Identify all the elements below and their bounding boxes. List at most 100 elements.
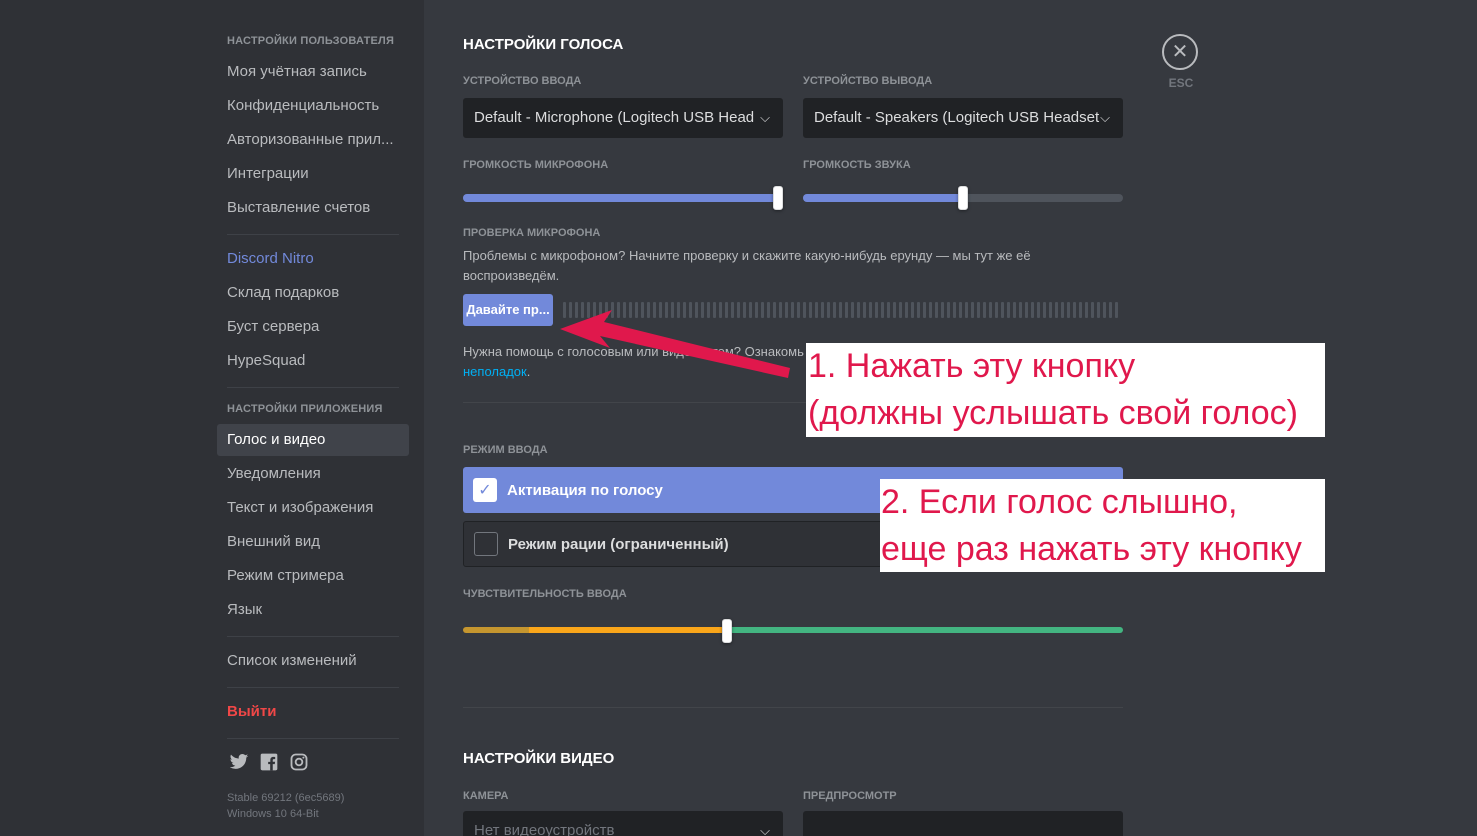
meter-bar <box>707 302 710 318</box>
meter-bar <box>821 302 824 318</box>
annotation-note-2-line-2: еще раз нажать эту кнопку <box>881 530 1302 568</box>
meter-bar <box>1097 302 1100 318</box>
meter-bar <box>809 302 812 318</box>
social-links <box>229 752 309 772</box>
sidebar-item-discord-nitro[interactable]: Discord Nitro <box>217 243 409 275</box>
meter-bar <box>905 302 908 318</box>
output-device-label: Устройство вывода <box>803 75 933 87</box>
camera-select[interactable]: Нет видеоустройств ⌵ <box>463 811 783 836</box>
meter-bar <box>677 302 680 318</box>
sidebar-item-billing[interactable]: Выставление счетов <box>217 192 409 224</box>
checkmark-icon: ✓ <box>473 478 497 502</box>
sensitivity-low-zone <box>463 627 529 633</box>
instagram-icon[interactable] <box>289 752 309 772</box>
meter-bar <box>887 302 890 318</box>
meter-bar <box>761 302 764 318</box>
sidebar-header-app-settings: Настройки приложения <box>227 403 383 415</box>
meter-bar <box>1073 302 1076 318</box>
sidebar-item-my-account[interactable]: Моя учётная запись <box>217 56 409 88</box>
meter-bar <box>983 302 986 318</box>
mic-test-description: Проблемы с микрофоном? Начните проверку … <box>463 248 1031 283</box>
voice-settings-title: Настройки голоса <box>463 36 624 53</box>
meter-bar <box>617 302 620 318</box>
camera-label: Камера <box>463 790 509 802</box>
sidebar-item-privacy[interactable]: Конфиденциальность <box>217 90 409 122</box>
meter-bar <box>803 302 806 318</box>
input-sensitivity-slider[interactable] <box>463 627 1123 633</box>
facebook-icon[interactable] <box>259 752 279 772</box>
sidebar-item-server-boost[interactable]: Буст сервера <box>217 311 409 343</box>
mic-test-button[interactable]: Давайте пр... <box>463 294 553 326</box>
meter-bar <box>605 302 608 318</box>
meter-bar <box>1079 302 1082 318</box>
meter-bar <box>683 302 686 318</box>
input-mode-voice-label: Активация по голосу <box>507 481 663 499</box>
meter-bar <box>713 302 716 318</box>
close-icon[interactable]: ✕ <box>1162 34 1198 70</box>
meter-bar <box>845 302 848 318</box>
meter-bar <box>869 302 872 318</box>
twitter-icon[interactable] <box>229 752 249 772</box>
input-device-select[interactable]: Default - Microphone (Logitech USB Head … <box>463 98 783 138</box>
meter-bar <box>971 302 974 318</box>
meter-bar <box>1061 302 1064 318</box>
meter-bar <box>743 302 746 318</box>
sidebar-item-hypesquad[interactable]: HypeSquad <box>217 345 409 377</box>
input-mode-label: Режим ввода <box>463 444 548 456</box>
meter-bar <box>701 302 704 318</box>
sidebar-item-changelog[interactable]: Список изменений <box>217 645 409 677</box>
sidebar-divider <box>227 234 399 235</box>
meter-bar <box>929 302 932 318</box>
esc-label: ESC <box>1168 76 1194 90</box>
meter-bar <box>965 302 968 318</box>
chevron-down-icon: ⌵ <box>1100 110 1110 125</box>
mic-test-label: Проверка микрофона <box>463 227 601 239</box>
mic-volume-slider[interactable] <box>463 186 783 210</box>
meter-bar <box>1037 302 1040 318</box>
checkbox-empty-icon <box>474 532 498 556</box>
help-text-end: . <box>526 364 531 379</box>
meter-bar <box>797 302 800 318</box>
sidebar-item-notifications[interactable]: Уведомления <box>217 458 409 490</box>
sidebar-item-logout[interactable]: Выйти <box>217 696 409 728</box>
output-volume-slider[interactable] <box>803 186 1123 210</box>
input-sensitivity-handle[interactable] <box>722 619 732 643</box>
meter-bar <box>785 302 788 318</box>
mic-volume-label: Громкость микрофона <box>463 159 609 171</box>
meter-bar <box>851 302 854 318</box>
mic-volume-handle[interactable] <box>773 186 783 210</box>
sidebar-item-voice-video[interactable]: Голос и видео <box>217 424 409 456</box>
meter-bar <box>635 302 638 318</box>
meter-bar <box>995 302 998 318</box>
sidebar-item-streamer-mode[interactable]: Режим стримера <box>217 560 409 592</box>
meter-bar <box>911 302 914 318</box>
output-device-select[interactable]: Default - Speakers (Logitech USB Headset… <box>803 98 1123 138</box>
sidebar-item-integrations[interactable]: Интеграции <box>217 158 409 190</box>
meter-bar <box>1109 302 1112 318</box>
chevron-down-icon: ⌵ <box>760 110 770 125</box>
sidebar-item-language[interactable]: Язык <box>217 594 409 626</box>
meter-bar <box>725 302 728 318</box>
close-settings[interactable]: ✕ ESC <box>1162 34 1200 90</box>
mic-level-meter <box>563 302 1118 318</box>
meter-bar <box>833 302 836 318</box>
sidebar-item-appearance[interactable]: Внешний вид <box>217 526 409 558</box>
troubleshooting-link[interactable]: неполадок <box>463 364 527 379</box>
sidebar-divider <box>227 387 399 388</box>
sidebar-divider <box>227 687 399 688</box>
input-device-label: Устройство ввода <box>463 75 582 87</box>
sidebar-item-authorized-apps[interactable]: Авторизованные прил... <box>217 124 409 156</box>
input-device-value: Default - Microphone (Logitech USB Head <box>474 109 755 126</box>
sidebar-divider <box>227 636 399 637</box>
preview-label: Предпросмотр <box>803 790 897 802</box>
meter-bar <box>653 302 656 318</box>
meter-bar <box>1067 302 1070 318</box>
output-volume-handle[interactable] <box>958 186 968 210</box>
os-text: Windows 10 64-Bit <box>227 808 319 820</box>
sidebar-item-gift-inventory[interactable]: Склад подарков <box>217 277 409 309</box>
meter-bar <box>959 302 962 318</box>
meter-bar <box>611 302 614 318</box>
meter-bar <box>719 302 722 318</box>
sidebar-item-text-images[interactable]: Текст и изображения <box>217 492 409 524</box>
meter-bar <box>599 302 602 318</box>
